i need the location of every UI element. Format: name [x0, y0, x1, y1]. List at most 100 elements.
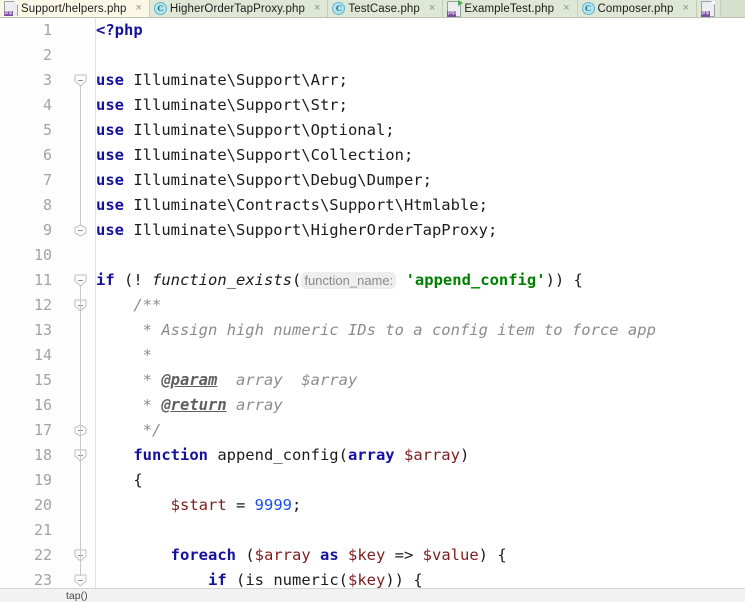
php-file-icon: [4, 0, 18, 17]
code-text: function append_config(array $array): [96, 443, 469, 468]
token-cmt: /**: [96, 296, 162, 314]
line-number: 3: [42, 71, 52, 89]
line-number: 4: [42, 96, 52, 114]
code-line[interactable]: 2: [0, 43, 745, 68]
token-punc: (: [338, 571, 348, 588]
editor-tab-4[interactable]: C Composer.php ×: [577, 0, 697, 17]
token-hint: function_name:: [301, 272, 397, 289]
token-punc: [96, 546, 171, 564]
token-var: $value: [422, 546, 479, 564]
php-file-icon: [700, 0, 715, 17]
code-line[interactable]: 7 use Illuminate\Support\Debug\Dumper;: [0, 168, 745, 193]
code-line[interactable]: 5 use Illuminate\Support\Optional;: [0, 118, 745, 143]
code-line[interactable]: 14 *: [0, 343, 745, 368]
token-kw: use: [96, 71, 124, 89]
editor-tab-overflow[interactable]: [696, 0, 721, 17]
line-number: 16: [33, 396, 52, 414]
line-number: 2: [42, 46, 52, 64]
token-kw: use: [96, 96, 124, 114]
editor-tab-3[interactable]: ExampleTest.php ×: [443, 0, 578, 17]
code-line[interactable]: 3 use Illuminate\Support\Arr;: [0, 68, 745, 93]
editor-tab-label: Support/helpers.php: [21, 2, 127, 15]
code-line[interactable]: 1 <?php: [0, 18, 745, 43]
token-cmt: *: [96, 396, 162, 414]
code-line[interactable]: 12 /**: [0, 293, 745, 318]
fold-connector: [80, 311, 81, 426]
code-text: * @param array $array: [96, 368, 358, 393]
code-editor[interactable]: 1 <?php 2 3 use Illuminate\Support\Arr; 4 use …: [0, 18, 745, 588]
code-line[interactable]: 4 use Illuminate\Support\Str;: [0, 93, 745, 118]
code-line[interactable]: 9 use Illuminate\Support\HigherOrderTapPr…: [0, 218, 745, 243]
breadcrumb[interactable]: tap(): [0, 588, 745, 602]
line-number: 12: [33, 296, 52, 314]
line-number: 6: [42, 146, 52, 164]
line-number: 23: [33, 571, 52, 588]
editor-tab-2[interactable]: C TestCase.php ×: [328, 0, 444, 17]
token-kw: if: [207, 571, 227, 588]
editor-tab-bar: Support/helpers.php×CHigherOrderTapProxy…: [0, 0, 745, 18]
token-kw: use: [96, 146, 124, 164]
code-text: if (is_numeric($key)) {: [96, 568, 423, 588]
close-icon[interactable]: ×: [561, 3, 571, 14]
token-fn: Illuminate\Support\Debug\Dumper;: [124, 171, 432, 189]
token-fn: Illuminate\Support\Str;: [124, 96, 348, 114]
line-number: 15: [33, 371, 52, 389]
token-fn: Illuminate\Contracts\Support\Htmlable;: [124, 196, 488, 214]
code-text: * Assign high numeric IDs to a config it…: [96, 318, 656, 343]
token-kw: <?php: [96, 21, 143, 39]
token-punc: [96, 571, 208, 588]
editor-tab-label: TestCase.php: [348, 2, 420, 15]
token-num: 9999: [254, 496, 292, 514]
code-line[interactable]: 16 * @return array: [0, 393, 745, 418]
token-var: $array: [403, 446, 460, 464]
token-kw: function: [133, 446, 208, 464]
line-number: 9: [42, 221, 52, 239]
token-kw: array: [347, 446, 395, 464]
code-line[interactable]: 6 use Illuminate\Support\Collection;: [0, 143, 745, 168]
code-line[interactable]: 13 * Assign high numeric IDs to a config…: [0, 318, 745, 343]
token-kw: use: [96, 121, 124, 139]
breadcrumb-label: tap(): [66, 589, 88, 602]
code-line[interactable]: 11 if (! function_exists(function_name: '…: [0, 268, 745, 293]
code-text: {: [96, 468, 143, 493]
code-text: use Illuminate\Support\Optional;: [96, 118, 395, 143]
code-line[interactable]: 17 */: [0, 418, 745, 443]
code-line[interactable]: 20 $start = 9999;: [0, 493, 745, 518]
line-number: 13: [33, 321, 52, 339]
token-punc: (!: [114, 271, 152, 289]
line-number: 8: [42, 196, 52, 214]
token-punc: (: [291, 271, 302, 289]
code-line[interactable]: 18 function append_config(array $array): [0, 443, 745, 468]
token-punc: =>: [385, 546, 423, 564]
fold-connector: [80, 86, 81, 226]
code-line[interactable]: 8 use Illuminate\Contracts\Support\Htmlab…: [0, 193, 745, 218]
code-line[interactable]: 22 foreach ($array as $key => $value) {: [0, 543, 745, 568]
token-cmt: */: [96, 421, 162, 439]
token-punc: {: [96, 471, 143, 489]
token-punc: )) {: [545, 271, 583, 289]
close-icon[interactable]: ×: [681, 3, 691, 14]
token-punc: ): [459, 446, 470, 464]
code-line[interactable]: 19 {: [0, 468, 745, 493]
code-line[interactable]: 23 if (is_numeric($key)) {: [0, 568, 745, 588]
editor-tab-0[interactable]: Support/helpers.php ×: [0, 0, 150, 17]
token-fn: is_numeric: [245, 571, 339, 588]
code-line[interactable]: 15 * @param array $array: [0, 368, 745, 393]
token-punc: [96, 446, 133, 464]
php-class-icon: C: [153, 2, 167, 15]
editor-tab-1[interactable]: C HigherOrderTapProxy.php ×: [149, 0, 329, 17]
php-class-icon: C: [581, 2, 595, 15]
token-str: 'append_config': [405, 271, 546, 289]
code-line[interactable]: 21: [0, 518, 745, 543]
code-text: use Illuminate\Support\Str;: [96, 93, 348, 118]
code-line[interactable]: 10: [0, 243, 745, 268]
close-icon[interactable]: ×: [427, 3, 437, 14]
close-icon[interactable]: ×: [133, 3, 143, 14]
token-punc: (: [235, 546, 255, 564]
token-cmt: *: [96, 371, 162, 389]
code-text: */: [96, 418, 162, 443]
close-icon[interactable]: ×: [312, 3, 322, 14]
token-var: $start: [170, 496, 227, 514]
line-number: 21: [33, 521, 52, 539]
token-kw: use: [96, 171, 124, 189]
